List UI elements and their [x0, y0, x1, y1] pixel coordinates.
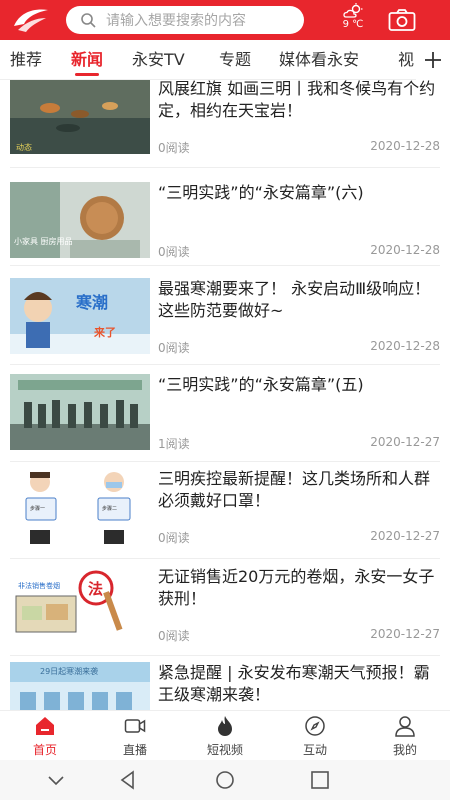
nav-label: 短视频 — [206, 743, 243, 757]
news-thumbnail: 步骤一 步骤二 — [10, 468, 150, 544]
news-thumbnail: 法 非法销售卷烟 — [10, 566, 150, 642]
news-item[interactable]: “三明实践”的“永安篇章”(五) 1阅读 2020-12-27 — [0, 374, 450, 471]
compass-icon — [305, 716, 325, 736]
category-tabs: 推荐 新闻 永安TV 专题 媒体看永安 视 — [0, 40, 450, 80]
news-item[interactable]: 29日起寒潮来袭 紧急提醒 | 永安发布寒潮天气预报！霸王级寒潮来袭！ — [0, 662, 450, 710]
read-count: 0阅读 — [158, 629, 190, 643]
news-item[interactable]: 动态 风展红旗 如画三明丨我和冬候鸟有个约定，相约在天宝岩！ 0阅读 2020-… — [0, 80, 450, 175]
home-icon — [36, 717, 54, 735]
news-title: 无证销售近20万元的卷烟，永安一女子获刑！ — [158, 567, 435, 608]
recent-apps-icon[interactable] — [310, 770, 330, 790]
publish-date: 2020-12-28 — [370, 139, 440, 153]
user-icon — [395, 716, 415, 737]
weather-widget[interactable]: 9 ℃ — [335, 3, 371, 37]
news-item[interactable]: 法 非法销售卷烟 无证销售近20万元的卷烟，永安一女子获刑！ 0阅读 2020-… — [0, 566, 450, 663]
thumb-caption: 步骤一 — [30, 505, 45, 512]
news-item[interactable]: 寒潮 来了 最强寒潮要来了！ 永安启动Ⅲ级响应！这些防范要做好~ 0阅读 202… — [0, 278, 450, 375]
app-header: 请输入想要搜索的内容 9 ℃ — [0, 0, 450, 40]
partly-cloudy-icon — [343, 3, 363, 18]
publish-date: 2020-12-27 — [370, 627, 440, 641]
news-thumbnail: 动态 — [10, 80, 150, 154]
read-count: 0阅读 — [158, 141, 190, 155]
tab-yongan-tv[interactable]: 永安TV — [132, 40, 185, 79]
search-placeholder: 请输入想要搜索的内容 — [106, 13, 246, 29]
news-title: 风展红旗 如画三明丨我和冬候鸟有个约定，相约在天宝岩！ — [158, 80, 436, 120]
plus-icon — [425, 52, 441, 68]
search-icon — [81, 13, 96, 28]
nav-home[interactable]: 首页 — [0, 715, 90, 758]
divider — [10, 265, 440, 266]
thumb-caption: 来了 — [93, 325, 116, 339]
nav-live[interactable]: 直播 — [90, 715, 180, 758]
divider — [10, 364, 440, 365]
thumb-caption: 29日起寒潮来袭 — [40, 666, 98, 676]
tab-video[interactable]: 视 — [398, 40, 414, 79]
publish-date: 2020-12-28 — [370, 339, 440, 353]
bottom-navigation: 首页 直播 短视频 互动 我的 — [0, 710, 450, 760]
news-thumbnail — [10, 374, 150, 450]
home-circle-icon[interactable] — [215, 770, 235, 790]
thumb-caption: 寒潮 — [75, 293, 108, 312]
publish-date: 2020-12-27 — [370, 529, 440, 543]
read-count: 0阅读 — [158, 245, 190, 259]
temperature-text: 9 ℃ — [342, 19, 364, 30]
divider — [10, 655, 440, 656]
divider — [10, 461, 440, 462]
nav-profile[interactable]: 我的 — [360, 715, 450, 758]
divider — [10, 167, 440, 168]
video-camera-icon — [124, 719, 146, 733]
nav-label: 首页 — [32, 743, 57, 757]
tab-special[interactable]: 专题 — [219, 40, 251, 79]
search-input[interactable]: 请输入想要搜索的内容 — [66, 6, 304, 34]
news-thumbnail: 小家具 厨房用品 — [10, 182, 150, 258]
system-navigation-bar — [0, 760, 450, 800]
news-title: 最强寒潮要来了！ 永安启动Ⅲ级响应！这些防范要做好~ — [158, 279, 431, 320]
nav-label: 互动 — [302, 743, 327, 757]
news-title: “三明实践”的“永安篇章”(五) — [158, 375, 364, 394]
flame-icon — [218, 716, 232, 736]
thumb-caption: 步骤二 — [102, 505, 117, 512]
nav-label: 直播 — [122, 743, 147, 757]
news-thumbnail: 29日起寒潮来袭 — [10, 662, 150, 710]
app-logo[interactable] — [10, 6, 52, 34]
thumb-caption: 法 — [88, 580, 103, 598]
thumb-caption: 动态 — [16, 142, 32, 152]
camera-icon[interactable] — [388, 8, 416, 32]
tab-recommend[interactable]: 推荐 — [10, 40, 42, 79]
news-title: “三明实践”的“永安篇章”(六) — [158, 183, 364, 202]
tab-media-view[interactable]: 媒体看永安 — [279, 40, 359, 79]
thumb-caption: 小家具 厨房用品 — [14, 236, 73, 246]
publish-date: 2020-12-28 — [370, 243, 440, 257]
nav-interact[interactable]: 互动 — [270, 715, 360, 758]
publish-date: 2020-12-27 — [370, 435, 440, 449]
divider — [10, 558, 440, 559]
nav-short-video[interactable]: 短视频 — [180, 715, 270, 758]
back-icon[interactable] — [118, 770, 138, 790]
thumb-caption: 非法销售卷烟 — [18, 581, 60, 590]
news-item[interactable]: 步骤一 步骤二 三明疾控最新提醒！这几类场所和人群必须戴好口罩！ 0阅读 202… — [0, 468, 450, 565]
nav-label: 我的 — [392, 743, 417, 757]
read-count: 1阅读 — [158, 437, 190, 451]
chevron-down-icon[interactable] — [46, 770, 66, 790]
news-thumbnail: 寒潮 来了 — [10, 278, 150, 354]
news-title: 三明疾控最新提醒！这几类场所和人群必须戴好口罩！ — [158, 469, 431, 510]
news-title: 紧急提醒 | 永安发布寒潮天气预报！霸王级寒潮来袭！ — [158, 663, 430, 704]
read-count: 0阅读 — [158, 341, 190, 355]
read-count: 0阅读 — [158, 531, 190, 545]
tab-news[interactable]: 新闻 — [71, 40, 103, 79]
add-tab-button[interactable] — [416, 40, 450, 80]
news-feed: 动态 风展红旗 如画三明丨我和冬候鸟有个约定，相约在天宝岩！ 0阅读 2020-… — [0, 80, 450, 710]
